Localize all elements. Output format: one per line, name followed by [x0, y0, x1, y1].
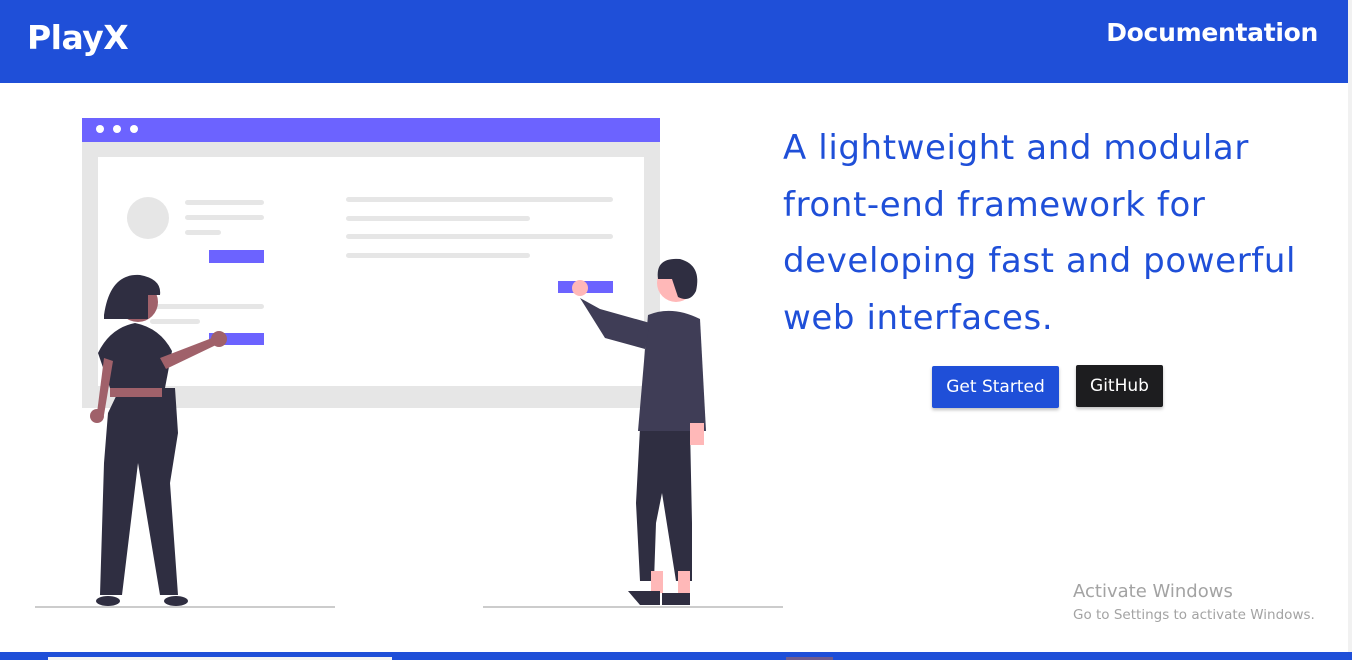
- documentation-link[interactable]: Documentation: [1106, 18, 1318, 47]
- watermark-title: Activate Windows: [1073, 581, 1233, 602]
- github-button[interactable]: GitHub: [1076, 365, 1163, 407]
- top-navbar: PlayX Documentation: [0, 0, 1348, 83]
- get-started-button[interactable]: Get Started: [932, 366, 1059, 408]
- hero-headline: A lightweight and modular front-end fram…: [783, 128, 1297, 338]
- scrollbar-track[interactable]: [1348, 0, 1352, 660]
- brand-logo[interactable]: PlayX: [27, 18, 129, 57]
- hero-illustration: [35, 118, 783, 608]
- activate-windows-watermark: Activate Windows Go to Settings to activ…: [1073, 581, 1315, 625]
- watermark-subtitle: Go to Settings to activate Windows.: [1073, 607, 1315, 623]
